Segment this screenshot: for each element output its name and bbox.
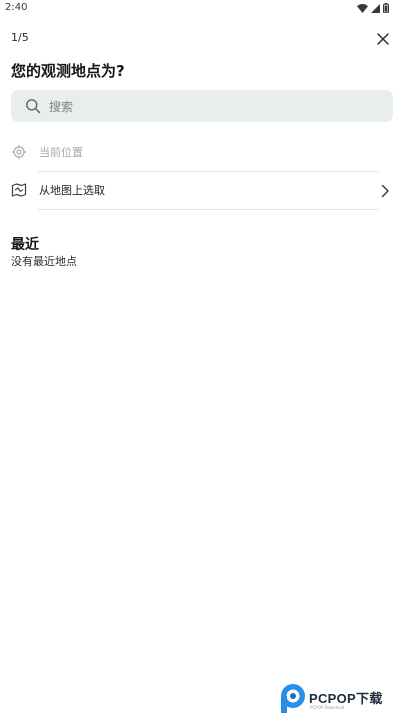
divider	[38, 209, 379, 210]
current-location-label: 当前位置	[39, 146, 83, 159]
pcpop-logo-icon	[279, 683, 307, 719]
page-title: 您的观测地点为?	[11, 62, 125, 80]
status-icons	[357, 3, 389, 13]
status-time: 2:40	[5, 2, 28, 13]
close-button[interactable]	[372, 28, 394, 50]
location-target-icon	[11, 144, 27, 160]
chevron-right-icon	[380, 183, 390, 198]
search-input[interactable]: 搜索	[11, 90, 393, 122]
recent-section-title: 最近	[11, 237, 39, 253]
watermark-subtext: PCPOP Download	[310, 705, 345, 710]
recent-empty-text: 没有最近地点	[11, 255, 77, 268]
search-icon	[25, 98, 41, 114]
step-indicator: 1/5	[11, 31, 29, 44]
wifi-icon	[357, 3, 368, 13]
status-bar: 2:40	[0, 0, 403, 18]
search-placeholder: 搜索	[49, 99, 74, 114]
watermark: PCPOP下载 PCPOP Download	[279, 683, 403, 715]
map-icon	[11, 182, 27, 198]
close-icon	[377, 30, 389, 49]
pick-on-map-option[interactable]: 从地图上选取	[11, 171, 393, 209]
screen: 2:40 1/5 您的观测地点为? 搜索 当前位置 从地图上选取 最近 没有最近…	[0, 0, 403, 720]
pick-on-map-label: 从地图上选取	[39, 184, 105, 197]
signal-icon	[371, 3, 380, 13]
current-location-option[interactable]: 当前位置	[11, 133, 393, 171]
battery-icon	[383, 3, 389, 13]
